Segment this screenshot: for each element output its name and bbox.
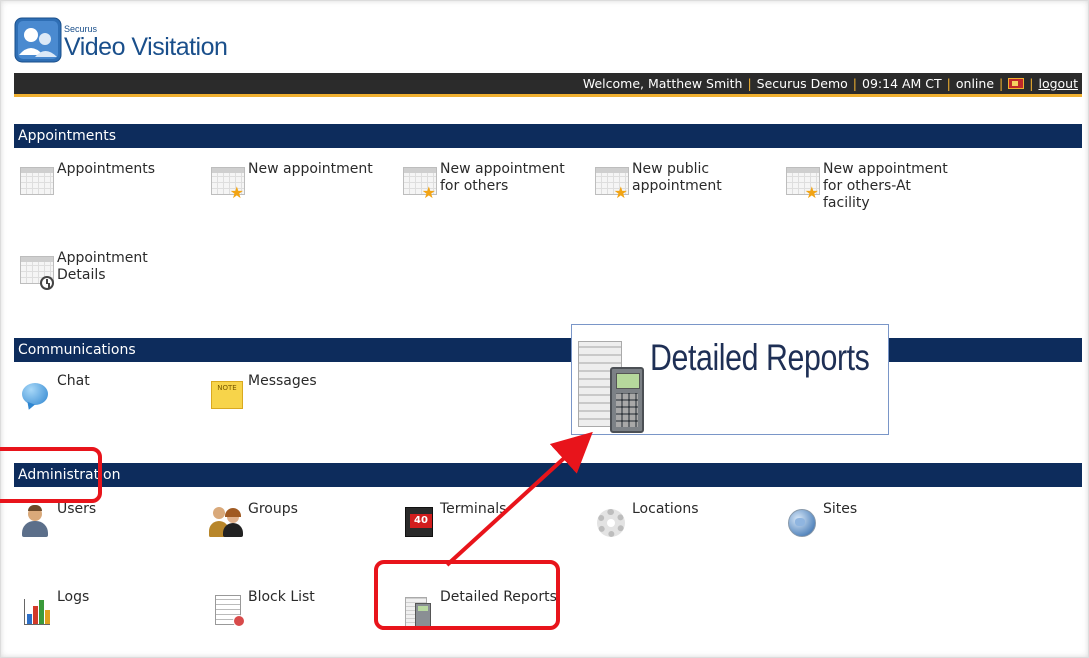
menu-item-messages[interactable]: NOTE Messages [209, 373, 317, 411]
calendar-clock-icon [18, 252, 54, 290]
menu-label: Appointment Details [57, 250, 148, 283]
detailed-reports-callout: Detailed Reports [571, 324, 889, 435]
section-header-appointments: Appointments [14, 124, 1082, 148]
bar-chart-icon [18, 591, 54, 627]
calculator-report-icon [401, 591, 437, 627]
menu-label: Locations [632, 501, 699, 517]
menu-label: Users [57, 501, 97, 517]
menu-item-appointment-details[interactable]: Appointment Details [18, 250, 148, 290]
menu-label: Logs [57, 589, 90, 605]
logout-link[interactable]: logout [1038, 76, 1078, 91]
section-header-administration: Administration [14, 463, 1082, 487]
securus-logo[interactable]: Securus Video Visitation [14, 14, 228, 66]
globe-icon [784, 503, 820, 539]
menu-item-logs[interactable]: Logs [18, 589, 89, 627]
pointer-arrow [445, 431, 593, 567]
logo-title: Video Visitation [64, 33, 228, 61]
menu-item-new-appointment-others-facility[interactable]: ★ New appointment for others-At facility [784, 161, 948, 212]
group-icon [209, 503, 245, 539]
menu-label: Chat [57, 373, 90, 389]
menu-item-appointments[interactable]: Appointments [18, 161, 155, 199]
menu-label: Detailed Reports [440, 589, 557, 605]
online-status: online [955, 76, 995, 91]
calendar-star-icon: ★ [593, 163, 629, 201]
calculator-report-icon [578, 341, 644, 433]
menu-item-chat[interactable]: Chat [18, 373, 90, 411]
menu-item-locations[interactable]: Locations [593, 501, 699, 539]
status-bar: Welcome, Matthew Smith | Securus Demo | … [14, 73, 1082, 97]
calendar-star-icon: ★ [209, 163, 245, 201]
menu-item-users[interactable]: Users [18, 501, 96, 539]
menu-label: New appointment [248, 161, 373, 177]
menu-item-new-appointment-for-others[interactable]: ★ New appointment for others [401, 161, 565, 201]
user-icon [18, 503, 54, 539]
calendar-star-icon: ★ [401, 163, 437, 201]
facility-name: Securus Demo [756, 76, 848, 91]
menu-label: Sites [823, 501, 858, 517]
callout-label: Detailed Reports [650, 337, 870, 378]
menu-item-groups[interactable]: Groups [209, 501, 298, 539]
terminal-icon: 40 [401, 503, 437, 539]
gear-icon [593, 503, 629, 539]
menu-item-new-appointment[interactable]: ★ New appointment [209, 161, 373, 201]
chat-bubble-icon [18, 375, 54, 411]
menu-label: Appointments [57, 161, 156, 177]
note-icon: NOTE [209, 375, 245, 411]
block-list-icon [209, 591, 245, 627]
menu-label: New appointment for others-At facility [823, 161, 948, 211]
calendar-star-icon: ★ [784, 163, 820, 201]
menu-label: Groups [248, 501, 298, 517]
menu-label: New appointment for others [440, 161, 565, 194]
menu-label: New public appointment [632, 161, 722, 194]
menu-label: Messages [248, 373, 317, 389]
menu-item-terminals[interactable]: 40 Terminals [401, 501, 506, 539]
calendar-icon [18, 163, 54, 199]
menu-item-detailed-reports[interactable]: Detailed Reports [401, 589, 557, 627]
camera-icon[interactable] [1008, 78, 1025, 89]
clock-time: 09:14 AM CT [862, 76, 942, 91]
section-header-communications: Communications [14, 338, 1082, 362]
menu-item-sites[interactable]: Sites [784, 501, 857, 539]
menu-label: Terminals [440, 501, 507, 517]
page-frame [0, 0, 1089, 658]
logo-people-icon [14, 17, 62, 63]
menu-label: Block List [248, 589, 315, 605]
welcome-text: Welcome, Matthew Smith [582, 76, 743, 91]
menu-item-new-public-appointment[interactable]: ★ New public appointment [593, 161, 722, 201]
menu-item-block-list[interactable]: Block List [209, 589, 315, 627]
